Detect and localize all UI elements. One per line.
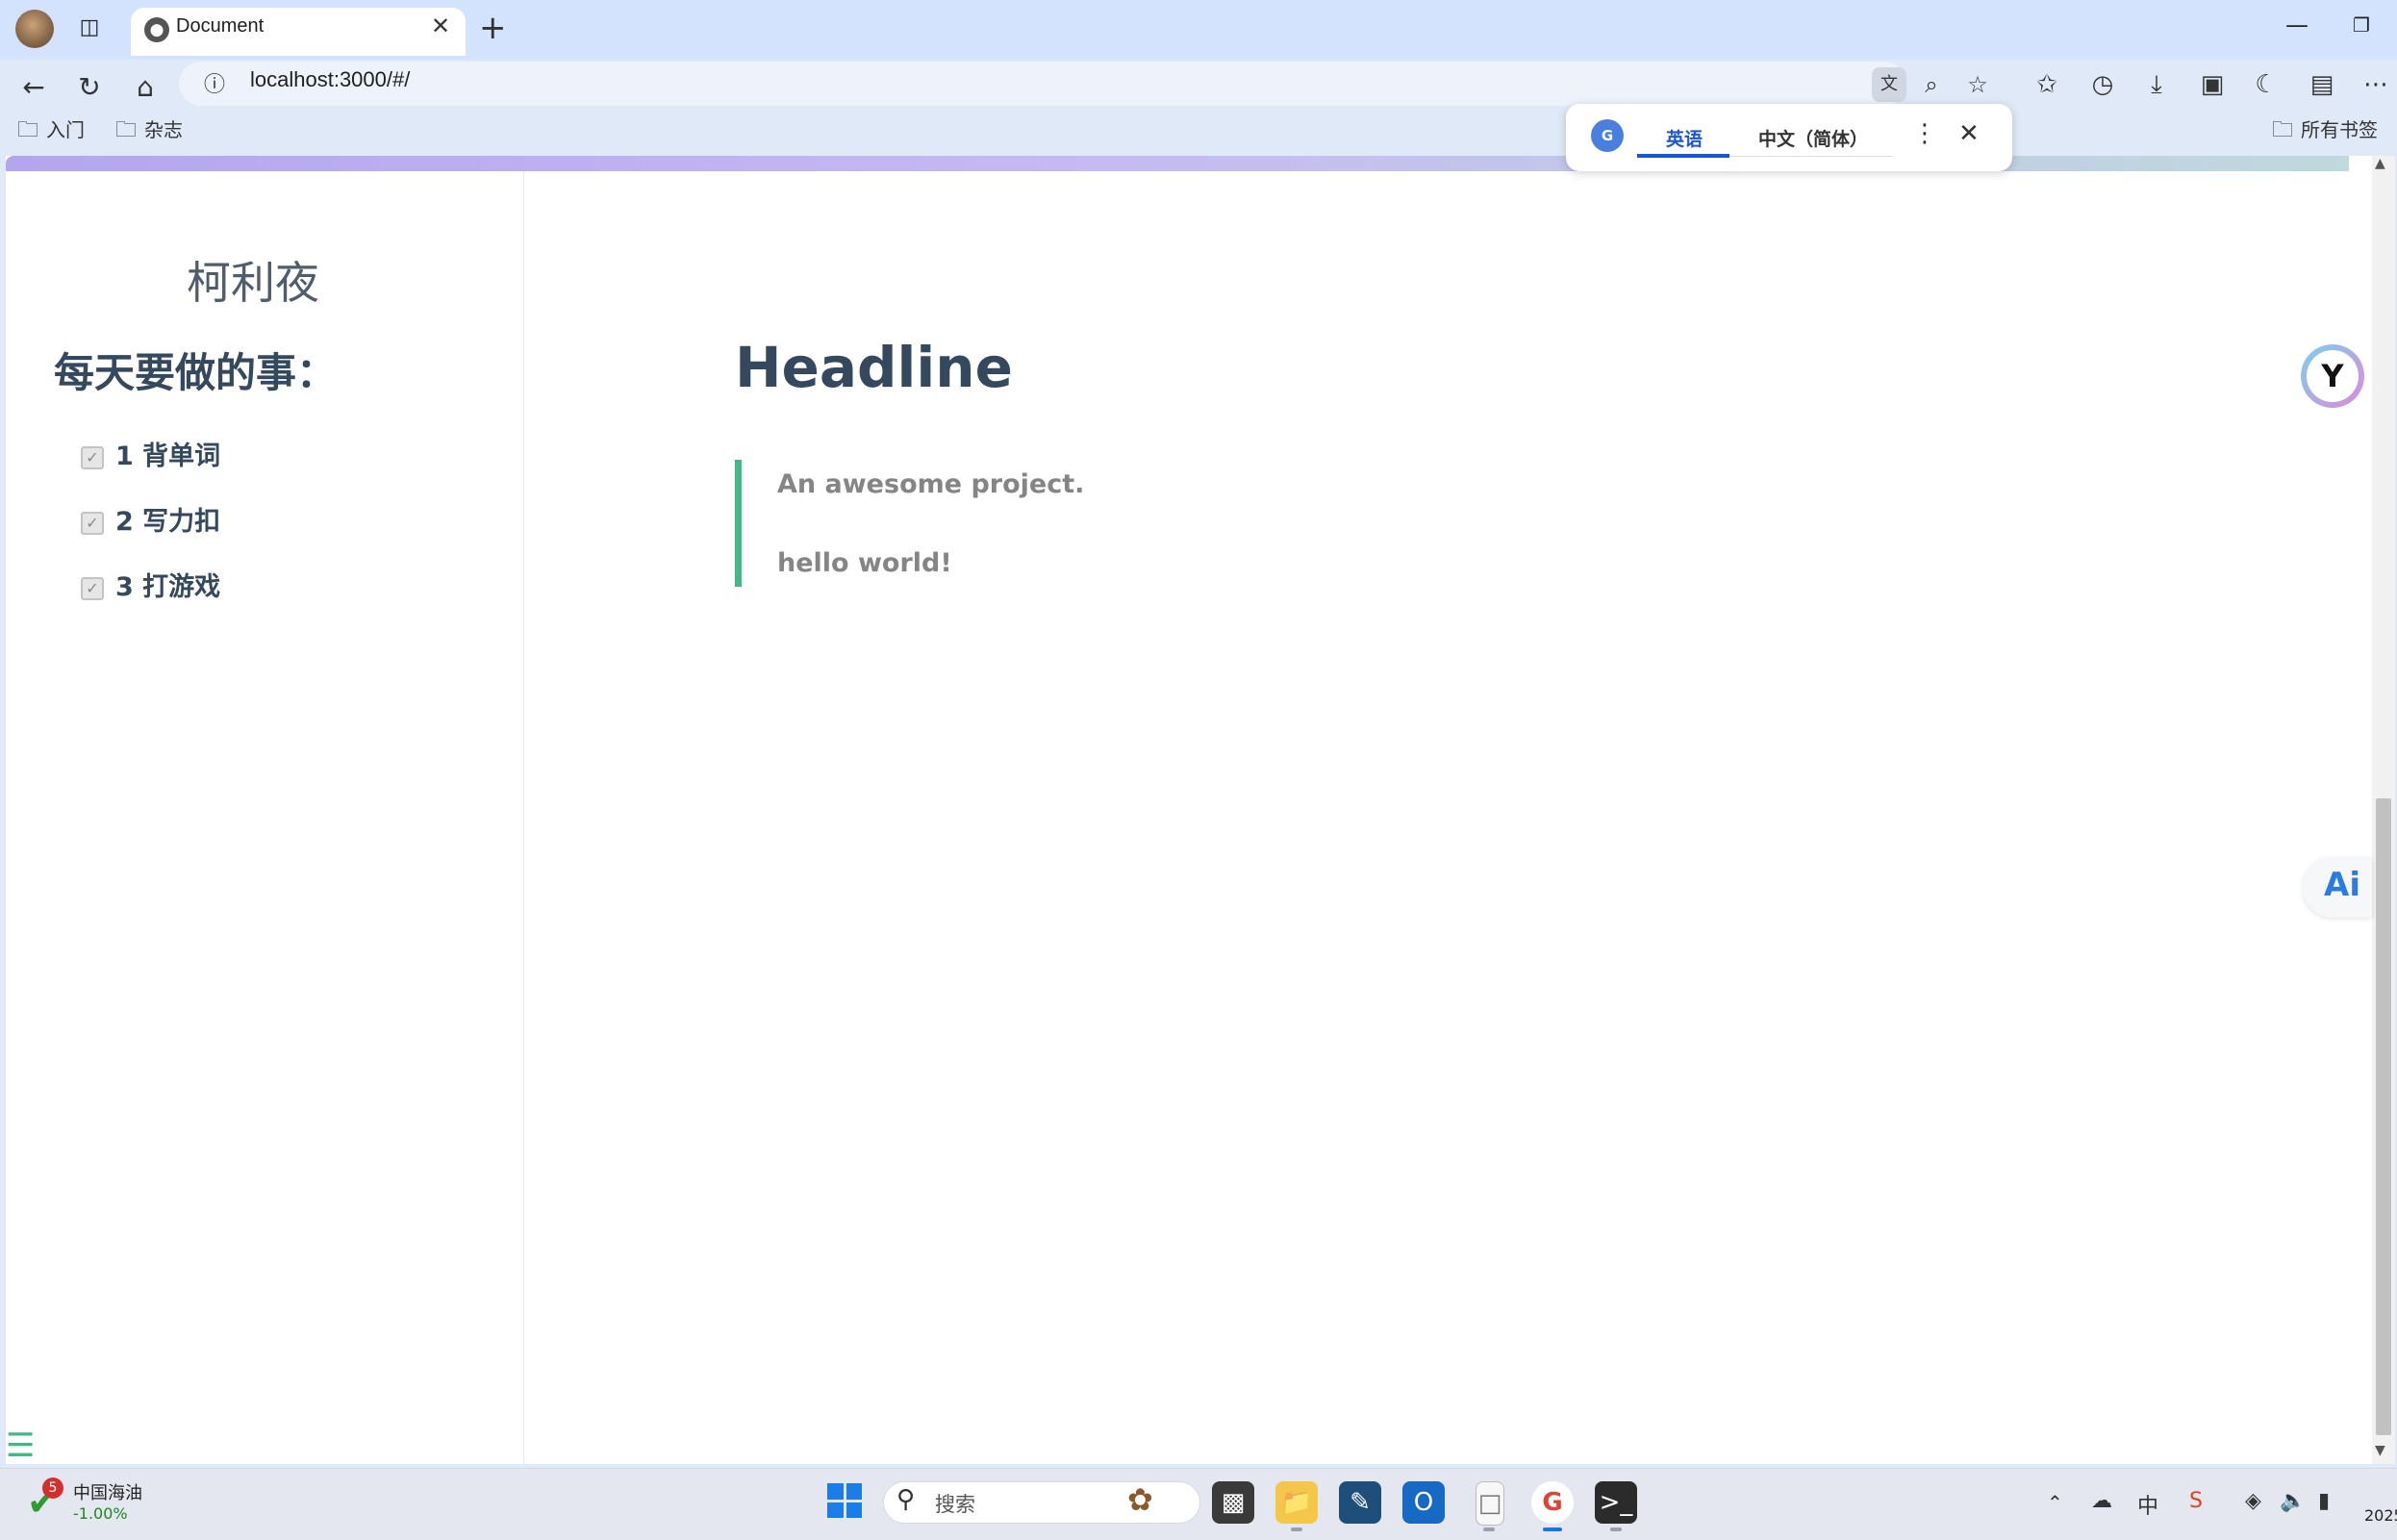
tab-close-icon[interactable]: ✕ [431, 13, 450, 39]
star-icon[interactable]: ☆ [1958, 65, 1997, 104]
task-view-icon[interactable]: ▩ [1212, 1481, 1254, 1524]
tab-divider [1729, 156, 1893, 157]
file-explorer-icon[interactable]: 📁 [1275, 1481, 1318, 1524]
app-name[interactable]: 柯利夜 [187, 248, 319, 312]
windows-start-icon[interactable] [827, 1483, 862, 1518]
document-app-icon[interactable]: □ [1476, 1481, 1504, 1526]
home-icon[interactable]: ⌂ [121, 63, 169, 112]
tab-title: Document [176, 15, 265, 37]
ai-icon: Ai [2324, 866, 2360, 904]
onedrive-icon[interactable]: ☁ [2091, 1489, 2112, 1513]
sogou-icon[interactable]: S [2189, 1489, 2203, 1513]
todo-label: 3 打游戏 [115, 572, 221, 602]
terminal-icon[interactable]: >_ [1595, 1481, 1637, 1524]
performance-icon[interactable]: ☾ [2245, 63, 2287, 106]
running-indicator [1483, 1527, 1495, 1531]
active-app-indicator [1543, 1527, 1562, 1531]
bookmark-label: 入门 [46, 118, 86, 141]
more-options-icon[interactable]: ⋮ [1912, 119, 1937, 148]
bookmark-folder-getting-started[interactable]: 🗀 入门 [17, 114, 85, 150]
translate-icon[interactable]: 文 [1872, 67, 1906, 102]
checkbox[interactable]: ✓ [81, 445, 104, 469]
favorites-icon[interactable]: ✩ [2026, 63, 2068, 106]
globe-icon: ● [144, 17, 169, 42]
hamburger-menu-icon[interactable]: ☰ [6, 1429, 35, 1462]
site-info-icon[interactable]: ⓘ [204, 67, 225, 98]
folder-icon: 🗀 [17, 118, 39, 142]
scroll-up-icon[interactable]: ▲ [2375, 156, 2385, 171]
close-icon[interactable]: ✕ [1958, 119, 1980, 148]
bookmark-folder-magazine[interactable]: 🗀 杂志 [115, 114, 183, 150]
scroll-down-icon[interactable]: ▼ [2375, 1443, 2385, 1458]
todo-item: ✓ 2 写力扣 [81, 500, 220, 538]
search-placeholder: 搜索 [935, 1493, 975, 1516]
tab-source-language[interactable]: 英语 [1666, 125, 1703, 151]
input-method-icon[interactable]: 中 [2137, 1489, 2158, 1520]
checkbox[interactable]: ✓ [81, 511, 104, 535]
reload-icon[interactable]: ↻ [65, 63, 114, 112]
blockquote-line: hello world! [777, 548, 952, 578]
todo-item: ✓ 3 打游戏 [81, 566, 220, 603]
stock-name[interactable]: 中国海油 [73, 1479, 142, 1504]
bookmarks-bar [0, 112, 2397, 156]
notification-badge: 5 [42, 1477, 63, 1499]
todo-label: 1 背单词 [115, 442, 221, 471]
clock-text[interactable]: 2025 [2364, 1506, 2397, 1525]
checkbox[interactable]: ✓ [81, 576, 104, 600]
restore-icon[interactable]: ❐ [2353, 13, 2370, 37]
todo-item: ✓ 1 背单词 [81, 435, 220, 472]
battery-icon[interactable]: ▮ [2318, 1489, 2330, 1513]
todo-title: 每天要做的事： [54, 349, 338, 396]
running-indicator [1610, 1527, 1622, 1531]
todo-label: 2 写力扣 [115, 507, 221, 537]
tab-target-language[interactable]: 中文（简体） [1758, 125, 1868, 151]
page-headline: Headline [735, 335, 1013, 400]
blockquote-line: An awesome project. [777, 469, 1085, 499]
running-indicator [1291, 1527, 1302, 1531]
back-icon[interactable]: ← [10, 63, 58, 112]
owl-icon: ✿ [1127, 1481, 1153, 1518]
folder-icon: 🗀 [115, 118, 138, 142]
zoom-icon[interactable]: ⌕ [1912, 65, 1951, 104]
more-menu-icon[interactable]: ⋯ [2355, 63, 2397, 106]
blockquote-border [735, 460, 742, 587]
scrollbar-thumb[interactable] [2376, 798, 2391, 1435]
wallet-icon[interactable]: ▤ [2301, 63, 2343, 106]
new-tab-button[interactable]: + [479, 9, 507, 47]
download-icon[interactable]: ⤓ [2135, 63, 2178, 106]
bookmark-label: 杂志 [144, 118, 184, 141]
folder-icon: 🗀 [2272, 118, 2294, 142]
editor-app-icon[interactable]: ✎ [1339, 1481, 1381, 1524]
all-bookmarks[interactable]: 🗀 所有书签 [2272, 114, 2378, 150]
all-bookmarks-label: 所有书签 [2301, 118, 2379, 141]
wifi-icon[interactable]: ◈ [2245, 1489, 2261, 1513]
stock-change: -1.00% [73, 1504, 128, 1523]
chrome-icon[interactable]: G [1531, 1481, 1574, 1524]
assistant-logo-icon: Y [2307, 350, 2359, 402]
show-hidden-icons[interactable]: ⌃ [2047, 1491, 2063, 1514]
profile-avatar[interactable] [15, 10, 54, 48]
history-icon[interactable]: ◷ [2082, 63, 2124, 106]
minimize-icon[interactable]: — [2285, 12, 2309, 38]
active-tab-indicator [1637, 154, 1729, 158]
search-icon: ⚲ [896, 1485, 916, 1514]
outlook-icon[interactable]: O [1402, 1481, 1445, 1524]
url-text[interactable]: localhost:3000/#/ [250, 67, 410, 92]
tab-actions-icon[interactable]: ◫ [77, 15, 102, 40]
volume-icon[interactable]: 🔈 [2280, 1489, 2306, 1513]
google-translate-icon: G [1591, 119, 1624, 152]
address-bar[interactable] [179, 62, 1906, 106]
screenshot-icon[interactable]: ▣ [2191, 63, 2233, 106]
